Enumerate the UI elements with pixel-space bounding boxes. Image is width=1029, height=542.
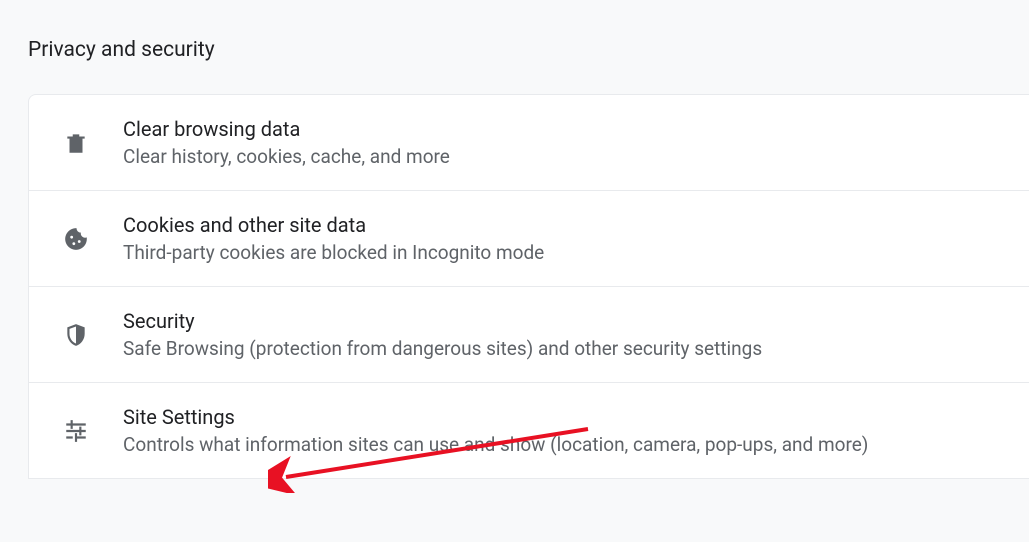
row-site-settings[interactable]: Site Settings Controls what information … bbox=[29, 383, 1029, 478]
sliders-icon bbox=[29, 418, 123, 444]
row-title: Site Settings bbox=[123, 405, 868, 429]
shield-icon bbox=[29, 322, 123, 348]
row-cookies[interactable]: Cookies and other site data Third-party … bbox=[29, 191, 1029, 287]
row-text: Security Safe Browsing (protection from … bbox=[123, 309, 762, 360]
row-title: Cookies and other site data bbox=[123, 213, 544, 237]
cookie-icon bbox=[29, 226, 123, 252]
row-desc: Safe Browsing (protection from dangerous… bbox=[123, 337, 762, 360]
trash-icon bbox=[29, 130, 123, 156]
row-security[interactable]: Security Safe Browsing (protection from … bbox=[29, 287, 1029, 383]
settings-card: Clear browsing data Clear history, cooki… bbox=[28, 94, 1029, 479]
row-text: Clear browsing data Clear history, cooki… bbox=[123, 117, 450, 168]
row-text: Cookies and other site data Third-party … bbox=[123, 213, 544, 264]
row-desc: Clear history, cookies, cache, and more bbox=[123, 145, 450, 168]
row-clear-browsing-data[interactable]: Clear browsing data Clear history, cooki… bbox=[29, 95, 1029, 191]
row-desc: Controls what information sites can use … bbox=[123, 433, 868, 456]
row-title: Clear browsing data bbox=[123, 117, 450, 141]
row-desc: Third-party cookies are blocked in Incog… bbox=[123, 241, 544, 264]
row-text: Site Settings Controls what information … bbox=[123, 405, 868, 456]
page-title: Privacy and security bbox=[0, 0, 1029, 62]
row-title: Security bbox=[123, 309, 762, 333]
